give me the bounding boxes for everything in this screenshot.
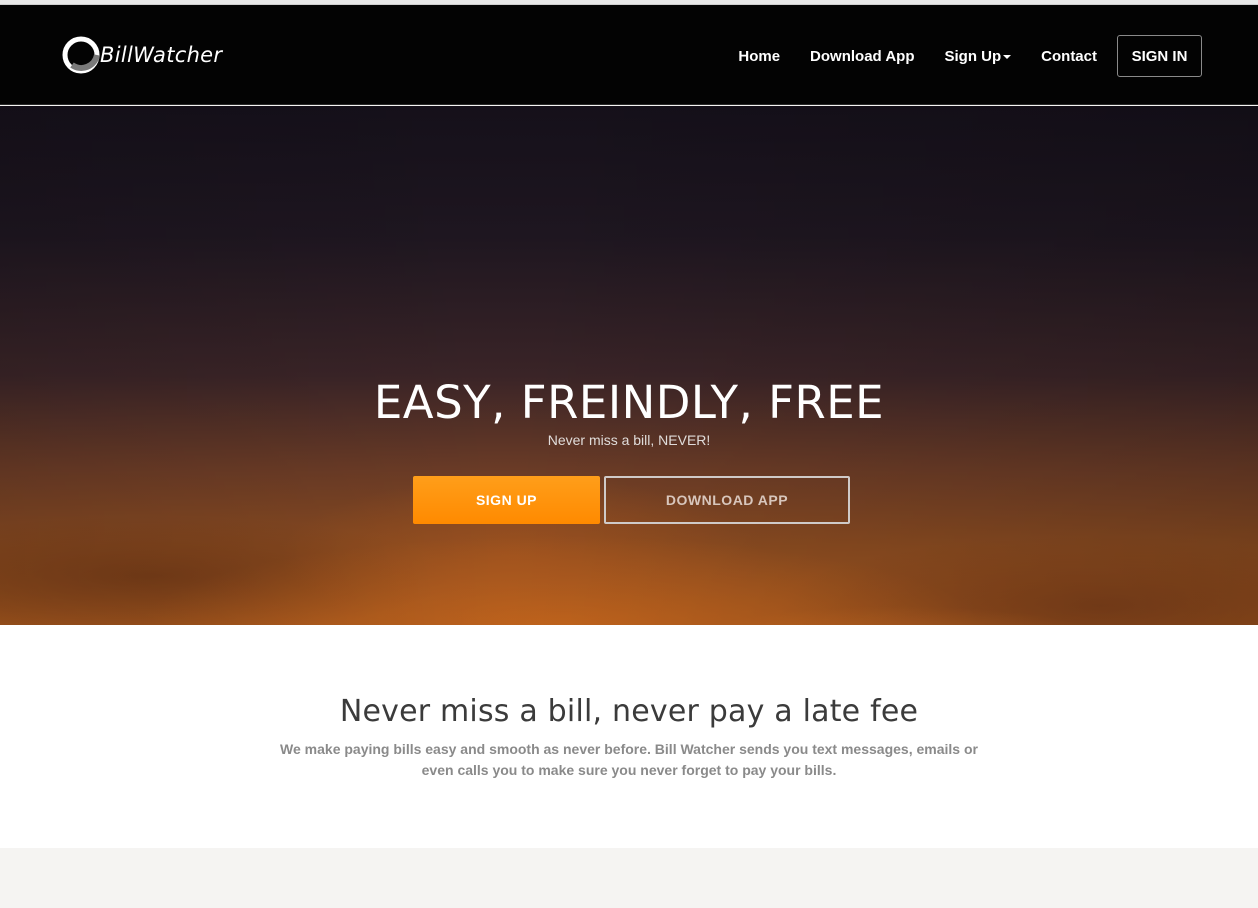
hero-sign-up-button[interactable]: SIGN UP bbox=[413, 476, 600, 524]
hero-subtitle: Never miss a bill, NEVER! bbox=[547, 432, 711, 448]
nav-item-sign-up-dropdown[interactable]: Sign Up bbox=[944, 47, 1012, 65]
nav-item-download-app[interactable]: Download App bbox=[810, 48, 914, 65]
nav-item-contact[interactable]: Contact bbox=[1041, 48, 1097, 65]
navbar: BillWatcher Home Download App Sign Up Co… bbox=[0, 5, 1258, 105]
nav-item-label: Sign Up bbox=[944, 47, 1002, 65]
nav-item-label: Contact bbox=[1041, 47, 1097, 65]
hero-title: EASY, FREINDLY, FREE bbox=[373, 376, 885, 429]
nav-item-label: Download App bbox=[810, 47, 915, 65]
hero-download-app-button[interactable]: DOWNLOAD APP bbox=[604, 476, 850, 524]
hero-background-image bbox=[0, 106, 1258, 625]
caret-down-icon bbox=[1003, 55, 1012, 59]
nav-item-home[interactable]: Home bbox=[738, 48, 780, 65]
main-nav: Home Download App Sign Up Contact SIGN I… bbox=[708, 35, 1202, 77]
sign-in-button[interactable]: SIGN IN bbox=[1117, 35, 1202, 77]
brand-logo[interactable]: BillWatcher bbox=[60, 33, 222, 77]
feature-title: Never miss a bill, never pay a late fee bbox=[339, 694, 919, 729]
next-section-band bbox=[0, 848, 1258, 908]
brand-name: BillWatcher bbox=[100, 43, 223, 67]
hero-section: EASY, FREINDLY, FREE Never miss a bill, … bbox=[0, 106, 1258, 625]
circle-ring-icon bbox=[60, 34, 102, 76]
nav-item-label: Home bbox=[738, 47, 781, 65]
feature-section: Never miss a bill, never pay a late fee … bbox=[0, 625, 1258, 848]
feature-description: We make paying bills easy and smooth as … bbox=[280, 741, 978, 778]
